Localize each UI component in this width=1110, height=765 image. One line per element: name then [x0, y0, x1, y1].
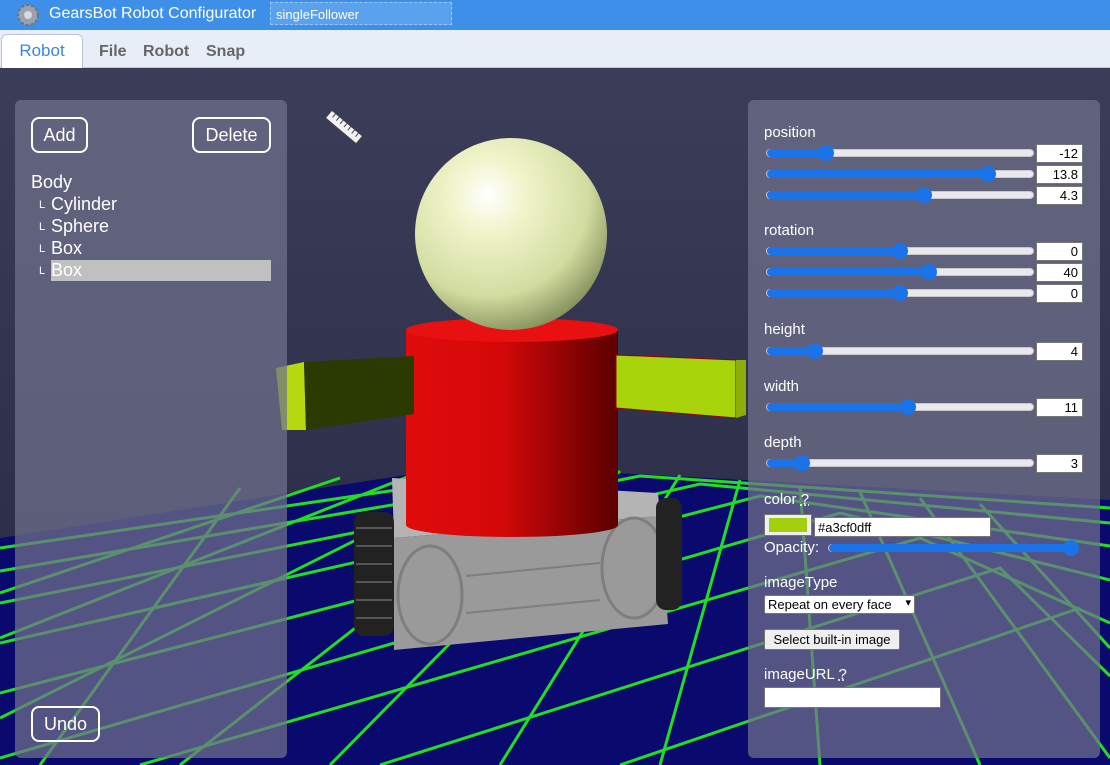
delete-button[interactable]: Delete: [192, 117, 271, 153]
position-z-input[interactable]: 4.3: [1036, 186, 1083, 205]
height-label: height: [764, 321, 805, 338]
position-x-input[interactable]: -12: [1036, 144, 1083, 163]
rotation-x-slider[interactable]: [766, 243, 1034, 259]
tree-branch-marker: L: [39, 198, 46, 211]
tree-item-label: Sphere: [51, 216, 110, 236]
add-button[interactable]: Add: [31, 117, 88, 153]
width-input[interactable]: 11: [1036, 398, 1083, 417]
rotation-y-slider[interactable]: [766, 264, 1034, 280]
menu-file[interactable]: File: [99, 43, 127, 61]
color-swatch: [769, 518, 807, 532]
tree-item-label: Cylinder: [51, 194, 118, 214]
image-url-help-icon[interactable]: ?: [838, 666, 846, 683]
color-picker[interactable]: [764, 514, 812, 536]
tree-item-label: Box: [51, 260, 271, 281]
color-help-icon[interactable]: ?: [801, 491, 809, 508]
tree-item[interactable]: L Cylinder: [39, 194, 271, 215]
chevron-down-icon: ▾: [905, 597, 911, 609]
image-url-label-text: imageURL: [764, 666, 835, 683]
menu-bar: Robot File Robot Snap: [0, 30, 1110, 68]
width-slider[interactable]: [766, 399, 1034, 415]
tree-item[interactable]: L Box: [39, 238, 271, 259]
rotation-label: rotation: [764, 222, 815, 239]
depth-label: depth: [764, 434, 802, 451]
menu-snap[interactable]: Snap: [206, 43, 245, 61]
rotation-z-input[interactable]: 0: [1036, 284, 1083, 303]
menu-robot[interactable]: Robot: [143, 43, 189, 61]
image-type-value: Repeat on every face: [768, 597, 892, 612]
properties-panel: position -12 13.8 4.3 rotation 0 40 0 he…: [748, 100, 1100, 758]
color-label: color ?: [764, 491, 809, 508]
rotation-y-input[interactable]: 40: [1036, 263, 1083, 282]
image-type-label: imageType: [764, 574, 838, 591]
tree-branch-marker: L: [39, 242, 46, 255]
gear-icon: [17, 4, 39, 26]
image-type-select[interactable]: Repeat on every face ▾: [764, 595, 915, 614]
tree-item-label: Box: [51, 238, 83, 258]
image-url-label: imageURL ?: [764, 666, 847, 683]
filename-field[interactable]: singleFollower: [270, 2, 452, 25]
image-url-input[interactable]: [764, 687, 941, 708]
title-bar: GearsBot Robot Configurator singleFollow…: [0, 0, 1110, 30]
depth-input[interactable]: 3: [1036, 454, 1083, 473]
select-builtin-image-button[interactable]: Select built-in image: [764, 629, 900, 650]
app-title: GearsBot Robot Configurator: [49, 5, 257, 22]
position-y-slider[interactable]: [766, 166, 1034, 182]
tree-item-selected[interactable]: L Box: [39, 260, 271, 281]
position-x-slider[interactable]: [766, 145, 1034, 161]
opacity-slider[interactable]: [828, 540, 1079, 556]
height-input[interactable]: 4: [1036, 342, 1083, 361]
height-slider[interactable]: [766, 343, 1034, 359]
color-hex-input[interactable]: #a3cf0dff: [814, 517, 991, 537]
tree-root-body[interactable]: Body: [31, 172, 72, 193]
tree-item[interactable]: L Sphere: [39, 216, 271, 237]
tree-branch-marker: L: [39, 264, 46, 277]
tree-branch-marker: L: [39, 220, 46, 233]
tab-robot[interactable]: Robot: [1, 34, 83, 68]
width-label: width: [764, 378, 800, 395]
rotation-z-slider[interactable]: [766, 285, 1034, 301]
position-y-input[interactable]: 13.8: [1036, 165, 1083, 184]
position-z-slider[interactable]: [766, 187, 1034, 203]
rotation-x-input[interactable]: 0: [1036, 242, 1083, 261]
color-label-text: color: [764, 491, 797, 508]
depth-slider[interactable]: [766, 455, 1034, 471]
parts-panel: Add Delete Body L Cylinder L Sphere L Bo…: [15, 100, 287, 758]
opacity-label: Opacity:: [764, 539, 820, 556]
position-label: position: [764, 124, 816, 141]
undo-button[interactable]: Undo: [31, 706, 100, 742]
